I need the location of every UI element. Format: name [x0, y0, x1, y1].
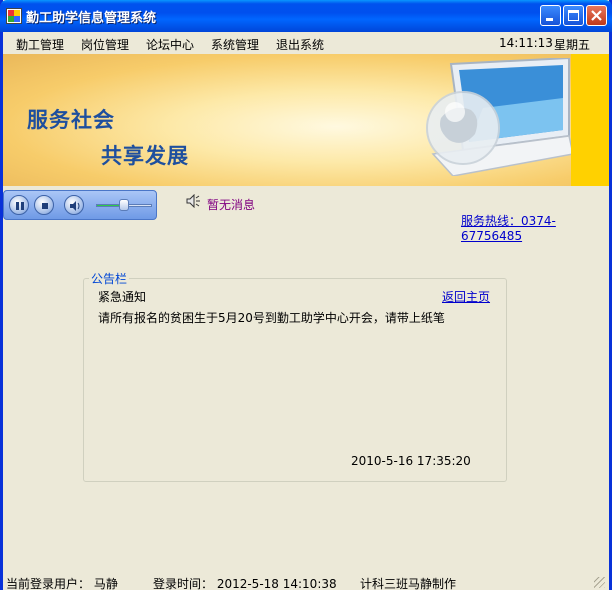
menu-system-management[interactable]: 系统管理: [211, 36, 259, 53]
notice-title: 紧急通知: [98, 290, 147, 304]
clock-time: 14:11:13: [499, 36, 553, 50]
menu-exit-system[interactable]: 退出系统: [276, 36, 324, 53]
menu-bar: 勤工管理 岗位管理 论坛中心 系统管理 退出系统 14:11:13 星期五: [3, 32, 609, 54]
volume-icon: [70, 201, 80, 211]
menu-position-management[interactable]: 岗位管理: [81, 36, 129, 53]
minimize-button[interactable]: [540, 5, 561, 26]
status-login-time: 登录时间： 2012-5-18 14:10:38: [153, 577, 337, 590]
banner-side-strip: [571, 54, 609, 186]
minimize-icon: [546, 18, 553, 21]
speaker-icon: [186, 194, 200, 208]
volume-slider-knob[interactable]: [119, 199, 129, 211]
title-bar[interactable]: 勤工助学信息管理系统: [0, 0, 612, 32]
message-status: 暂无消息: [207, 198, 256, 212]
banner-slogan-line2: 共享发展: [101, 144, 189, 168]
stop-icon: [42, 203, 48, 209]
close-icon: [591, 10, 602, 21]
window-title: 勤工助学信息管理系统: [26, 11, 157, 26]
maximize-button[interactable]: [563, 5, 584, 26]
media-player: [3, 190, 157, 220]
notice-timestamp: 2010-5-16 17:35:20: [351, 454, 471, 468]
status-current-user: 当前登录用户： 马静: [6, 577, 118, 590]
stop-button[interactable]: [34, 195, 54, 215]
status-bar: 当前登录用户： 马静 登录时间： 2012-5-18 14:10:38 计科三班…: [3, 574, 609, 590]
maximize-icon: [568, 10, 579, 21]
clock-weekday: 星期五: [554, 38, 591, 52]
resize-grip[interactable]: [594, 577, 605, 588]
notice-body: 请所有报名的贫困生于5月20号到勤工助学中心开会，请带上纸笔: [98, 311, 445, 325]
menu-work-management[interactable]: 勤工管理: [16, 36, 64, 53]
laptop-globe-image: [426, 58, 573, 176]
pause-button[interactable]: [9, 195, 29, 215]
menu-forum-center[interactable]: 论坛中心: [146, 36, 194, 53]
app-icon[interactable]: [6, 8, 22, 24]
mute-button[interactable]: [64, 195, 84, 215]
banner-slogan-line1: 服务社会: [27, 108, 115, 132]
back-home-link[interactable]: 返回主页: [442, 288, 490, 305]
hotline-link[interactable]: 服务热线：0374-67756485: [461, 212, 612, 243]
close-button[interactable]: [586, 5, 607, 26]
announcement-legend: 公告栏: [89, 270, 130, 287]
pause-icon: [16, 202, 24, 210]
status-credit: 计科三班马静制作: [360, 577, 457, 590]
banner: 服务社会 共享发展: [3, 54, 609, 186]
